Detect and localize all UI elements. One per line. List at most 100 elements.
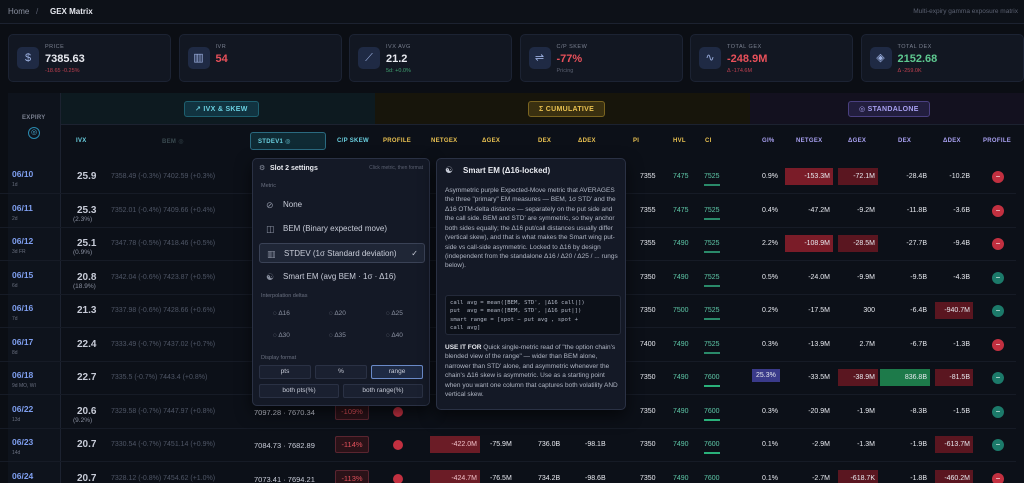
delta-option-25[interactable]: ◌ Δ25 — [386, 310, 403, 317]
header-agex[interactable]: ΔGEX — [482, 138, 500, 144]
expiry-date[interactable]: 06/23 — [12, 437, 33, 447]
header-adex-standalone[interactable]: ΔDEX — [943, 138, 961, 144]
ivx-value: 25.9 — [77, 171, 97, 182]
gear-icon: ⚙ — [259, 165, 266, 172]
dex-standalone: -27.7B — [906, 240, 927, 247]
delta-option-30[interactable]: ◌ Δ30 — [273, 332, 290, 339]
profile-button[interactable]: − — [992, 472, 1004, 483]
header-agex-standalone[interactable]: ΔGEX — [848, 138, 866, 144]
metric-option-bem[interactable]: ◫ BEM (Binary expected move) — [259, 219, 425, 239]
format-both-range[interactable]: both range(%) — [343, 384, 423, 398]
header-cp-skew[interactable]: C/P SKEW — [337, 138, 369, 144]
ci-marker — [704, 452, 720, 454]
dex-standalone: -8.3B — [910, 407, 927, 415]
profile-dot[interactable] — [393, 473, 403, 483]
header-dex-standalone[interactable]: DEX — [898, 138, 911, 144]
delta-option-16[interactable]: ◌ Δ16 — [273, 310, 290, 317]
header-stdev[interactable]: STDEV1 ◎ — [258, 138, 291, 145]
expiry-date[interactable]: 06/22 — [12, 404, 33, 414]
profile-button[interactable]: − — [992, 271, 1004, 284]
agex-standalone: -38.9M — [838, 369, 878, 386]
expiry-date[interactable]: 06/17 — [12, 337, 33, 347]
header-adex[interactable]: ΔDEX — [578, 138, 596, 144]
table-row[interactable]: 06/23 14d 20.7 7330.54 (-0.7%) 7451.14 (+0.… — [0, 430, 1016, 462]
header-netgex-standalone[interactable]: NETGEX — [796, 138, 822, 144]
ci-value: 7600 — [704, 441, 720, 448]
delta-option-40[interactable]: ◌ Δ40 — [386, 332, 403, 339]
expiry-badge: 2d — [12, 215, 18, 222]
format-both-pts[interactable]: both pts(%) — [259, 384, 339, 398]
profile-button[interactable]: − — [992, 204, 1004, 217]
header-hvl[interactable]: HVL — [673, 138, 686, 144]
stat-label: TOTAL GEX — [727, 44, 762, 50]
profile-button[interactable]: − — [992, 305, 1004, 317]
ci-value: 7525 — [704, 273, 720, 281]
bem-range: 7337.98 (-0.6%) 7428.66 (+0.6%) — [111, 307, 216, 314]
agex-standalone: 2.7M — [859, 340, 875, 348]
profile-button[interactable]: − — [992, 338, 1004, 351]
stat-sub: Δ -174.6M — [727, 68, 753, 74]
header-gi-pct[interactable]: GI% — [762, 138, 775, 144]
header-ivx[interactable]: IVX — [76, 138, 87, 144]
profile-button[interactable]: − — [992, 372, 1004, 384]
bem-range: 7352.01 (-0.4%) 7409.66 (+0.4%) — [111, 206, 216, 214]
table-row[interactable]: 06/2415d20.77328.12 (-0.8%) 7454.62 (+1.… — [0, 464, 1016, 483]
header-bem[interactable]: BEM ◎ — [162, 138, 184, 145]
format-range[interactable]: range — [371, 365, 423, 379]
profile-button[interactable]: − — [992, 439, 1004, 451]
header-netgex[interactable]: NETGEX — [431, 138, 457, 144]
netgex-standalone: -33.5M — [808, 374, 830, 381]
group-pill-cumulative[interactable]: Σ CUMULATIVE — [528, 101, 606, 117]
agex-standalone: -72.1M — [838, 168, 878, 185]
breadcrumb-home[interactable]: Home — [8, 7, 29, 16]
expiry-date[interactable]: 06/24 — [12, 471, 33, 481]
expiry-date[interactable]: 06/11 — [12, 203, 33, 213]
adex-standalone: -613.7M — [935, 436, 973, 453]
group-pill-ivx-skew[interactable]: ↗ IVX & SKEW — [184, 101, 259, 117]
dex-standalone: -6.7B — [910, 340, 927, 348]
header-profile[interactable]: PROFILE — [383, 138, 411, 144]
expiry-date[interactable]: 06/12 — [12, 236, 33, 246]
sort-icon[interactable]: ◎ — [28, 127, 40, 139]
option-label: BEM (Binary expected move) — [283, 224, 388, 233]
header-pi[interactable]: PI — [633, 138, 639, 144]
header-profile-standalone[interactable]: PROFILE — [983, 138, 1011, 144]
dex-standalone: 836.8B — [880, 369, 930, 386]
agex-standalone: 300 — [863, 307, 875, 314]
profile-button[interactable]: − — [992, 238, 1004, 250]
expiry-date[interactable]: 06/10 — [12, 169, 33, 179]
group-standalone: ◎ STANDALONE — [750, 93, 1024, 125]
gi-pct-value: 0.4% — [762, 206, 778, 214]
expiry-date[interactable]: 06/16 — [12, 303, 33, 313]
hvl-value: 7500 — [673, 307, 689, 314]
bem-icon: ◫ — [266, 224, 275, 234]
metric-option-smart-em[interactable]: ☯ Smart EM (avg BEM · 1σ · Δ16) — [259, 267, 425, 287]
adex-standalone: -1.3B — [953, 340, 970, 348]
bem-range: 7329.58 (-0.7%) 7447.97 (+0.8%) — [111, 407, 216, 415]
stat-value: 54 — [215, 53, 228, 65]
delta-label: Δ30 — [278, 332, 290, 339]
profile-dot[interactable] — [393, 406, 403, 417]
expiry-date[interactable]: 06/15 — [12, 270, 33, 280]
slot-menu-hint: Click metric, then format — [369, 165, 423, 171]
delta-option-20[interactable]: ◌ Δ20 — [329, 310, 346, 317]
profile-button[interactable]: − — [992, 405, 1004, 418]
pi-value: 7350 — [640, 474, 656, 482]
stat-card: ◈ TOTAL DEX 2152.68 Δ -259.0K — [860, 34, 1024, 82]
group-pill-standalone[interactable]: ◎ STANDALONE — [848, 101, 930, 117]
header-ci[interactable]: CI — [705, 138, 712, 144]
delta-label: Δ40 — [391, 332, 403, 339]
stat-label: C/P SKEW — [556, 44, 588, 50]
delta-option-35[interactable]: ◌ Δ35 — [329, 332, 346, 339]
metric-option-stdev[interactable]: ▥ STDEV (1σ Standard deviation) ✓ — [259, 243, 425, 263]
profile-button[interactable]: − — [992, 171, 1004, 183]
format-pct[interactable]: % — [315, 365, 367, 379]
dex-standalone: -6.4B — [910, 307, 927, 314]
ivx-sub: (9.2%) — [73, 416, 93, 424]
profile-dot[interactable] — [393, 440, 403, 450]
format-pts[interactable]: pts — [259, 365, 311, 379]
expiry-date[interactable]: 06/18 — [12, 370, 33, 380]
stat-sub: Pricing — [556, 68, 574, 74]
metric-option-none[interactable]: ⊘ None — [259, 195, 425, 215]
header-dex[interactable]: DEX — [538, 138, 551, 144]
